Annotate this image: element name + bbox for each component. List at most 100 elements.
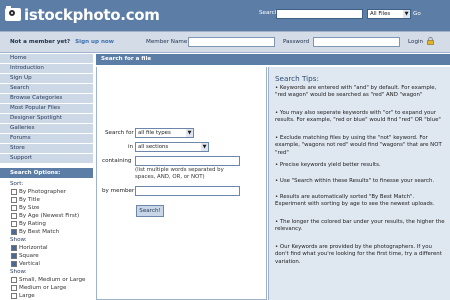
header-search-input[interactable]: [276, 9, 363, 19]
in-label: in: [128, 144, 134, 150]
option-label: Square: [19, 253, 39, 259]
option-row[interactable]: By Photographer: [10, 188, 93, 196]
search-tips-panel: Search Tips: • Keywords are entered with…: [268, 67, 450, 300]
search-options-heading: Search Options:: [0, 168, 93, 178]
password-input[interactable]: [313, 37, 400, 47]
main-header-bar: Search for a file: [96, 54, 450, 65]
option-label: Horizontal: [19, 245, 48, 251]
tip-item: • Exclude matching files by using the "n…: [275, 135, 442, 156]
camera-icon: [5, 6, 21, 21]
option-row[interactable]: Large: [10, 292, 93, 300]
sort-options: By Photographer By Title By Size By Age (Ne…: [10, 188, 93, 236]
option-row[interactable]: By Size: [10, 204, 93, 212]
option-label: Large: [19, 293, 35, 299]
option-checkbox[interactable]: [11, 205, 17, 211]
size-options: Small, Medium or Large Medium or Large Lar…: [10, 276, 93, 300]
option-checkbox[interactable]: [11, 253, 17, 259]
sidebar-item-galleries[interactable]: Galleries: [0, 124, 93, 134]
site-logo[interactable]: istockphoto.com: [5, 5, 160, 24]
option-row[interactable]: By Age (Newest First): [10, 212, 93, 220]
header-go-button[interactable]: Go: [413, 9, 423, 19]
option-checkbox[interactable]: [11, 245, 17, 251]
keywords-input[interactable]: [135, 156, 240, 166]
not-member-text: Not a member yet? Sign up now: [10, 39, 114, 45]
sidebar-item-designer-spotlight[interactable]: Designer Spotlight: [0, 114, 93, 124]
option-row[interactable]: By Rating: [10, 220, 93, 228]
file-type-select[interactable]: all file types ▼: [135, 128, 194, 138]
section-value: all sections: [138, 144, 169, 150]
login-button[interactable]: Login: [408, 39, 423, 45]
option-checkbox[interactable]: [11, 285, 17, 291]
header-scope-select[interactable]: All Files ▼: [367, 9, 411, 19]
sidebar-item-sign-up[interactable]: Sign Up: [0, 74, 93, 84]
lock-icon[interactable]: [427, 37, 434, 45]
option-checkbox[interactable]: [11, 197, 17, 203]
by-member-label: by member: [102, 188, 135, 194]
option-label: Vertical: [19, 261, 40, 267]
orientation-options: Horizontal Square Vertical: [10, 244, 93, 268]
option-label: By Age (Newest First): [19, 213, 80, 219]
tip-item: • You may also seperate keywords with "o…: [275, 110, 441, 124]
option-checkbox[interactable]: [11, 221, 17, 227]
option-label: By Size: [19, 205, 40, 211]
option-checkbox[interactable]: [11, 213, 17, 219]
option-label: Medium or Large: [19, 285, 67, 291]
option-label: Small, Medium or Large: [19, 277, 86, 283]
sidebar-item-forums[interactable]: Forums: [0, 134, 93, 144]
site-header: istockphoto.com Search All Files ▼ Go: [0, 0, 450, 31]
option-label: By Photographer: [19, 189, 66, 195]
member-name-input[interactable]: [188, 37, 275, 47]
search-options: Sort: By Photographer By Title By Size By A…: [0, 178, 93, 300]
chevron-down-icon: ▼: [403, 10, 410, 18]
show-orientation-title: Show:: [10, 237, 27, 243]
sort-title: Sort:: [10, 181, 24, 187]
logo-text: istockphoto.com: [24, 5, 160, 24]
tip-item: • Results are automatically sorted "By B…: [275, 194, 435, 208]
signup-link[interactable]: Sign up now: [75, 39, 114, 45]
tip-item: • Use "Search within these Results" to f…: [275, 178, 435, 184]
sidebar-item-introduction[interactable]: Introduction: [0, 64, 93, 74]
tips-title: Search Tips:: [275, 74, 319, 83]
page-title: Search for a file: [101, 56, 152, 62]
search-form-panel: Search for all file types ▼ in all secti…: [96, 67, 267, 300]
option-row[interactable]: Horizontal: [10, 244, 93, 252]
member-input[interactable]: [135, 186, 240, 196]
login-bar: Not a member yet? Sign up now Member Nam…: [0, 31, 450, 53]
option-row[interactable]: Vertical: [10, 260, 93, 268]
sidebar-item-home[interactable]: Home: [0, 54, 93, 64]
option-checkbox[interactable]: [11, 261, 17, 267]
option-checkbox[interactable]: [11, 229, 17, 235]
option-row[interactable]: Square: [10, 252, 93, 260]
option-label: By Rating: [19, 221, 46, 227]
option-label: By Title: [19, 197, 40, 203]
option-checkbox[interactable]: [11, 189, 17, 195]
tip-item: • The longer the colored bar under your …: [275, 219, 445, 233]
sidebar-item-search[interactable]: Search: [0, 84, 93, 94]
password-label: Password: [283, 39, 310, 45]
section-select[interactable]: all sections ▼: [135, 142, 209, 152]
tip-item: • Keywords are entered with "and" by def…: [275, 85, 437, 99]
sidebar-item-support[interactable]: Support: [0, 154, 93, 164]
search-submit-button[interactable]: Search!: [136, 205, 164, 217]
tip-item: • Our Keywords are provided by the photo…: [275, 244, 442, 265]
keywords-hint: (list multiple words separated by spaces…: [135, 167, 224, 180]
member-name-label: Member Name: [146, 39, 188, 45]
chevron-down-icon: ▼: [201, 143, 208, 151]
option-row[interactable]: Medium or Large: [10, 284, 93, 292]
sidebar-item-most-popular-files[interactable]: Most Popular Files: [0, 104, 93, 114]
option-row[interactable]: By Title: [10, 196, 93, 204]
show-size-title: Show:: [10, 269, 27, 275]
tip-item: • Precise keywords yield better results.: [275, 162, 381, 168]
option-checkbox[interactable]: [11, 277, 17, 283]
option-row[interactable]: By Best Match: [10, 228, 93, 236]
option-row[interactable]: Small, Medium or Large: [10, 276, 93, 284]
chevron-down-icon: ▼: [186, 129, 193, 137]
search-for-label: Search for: [105, 130, 134, 136]
sidebar-item-store[interactable]: Store: [0, 144, 93, 154]
file-type-value: all file types: [138, 130, 171, 136]
header-scope-value: All Files: [370, 11, 391, 17]
option-checkbox[interactable]: [11, 293, 17, 299]
containing-label: containing: [102, 158, 132, 164]
sidebar-item-browse-categories[interactable]: Browse Categories: [0, 94, 93, 104]
not-member-label: Not a member yet?: [10, 39, 71, 45]
